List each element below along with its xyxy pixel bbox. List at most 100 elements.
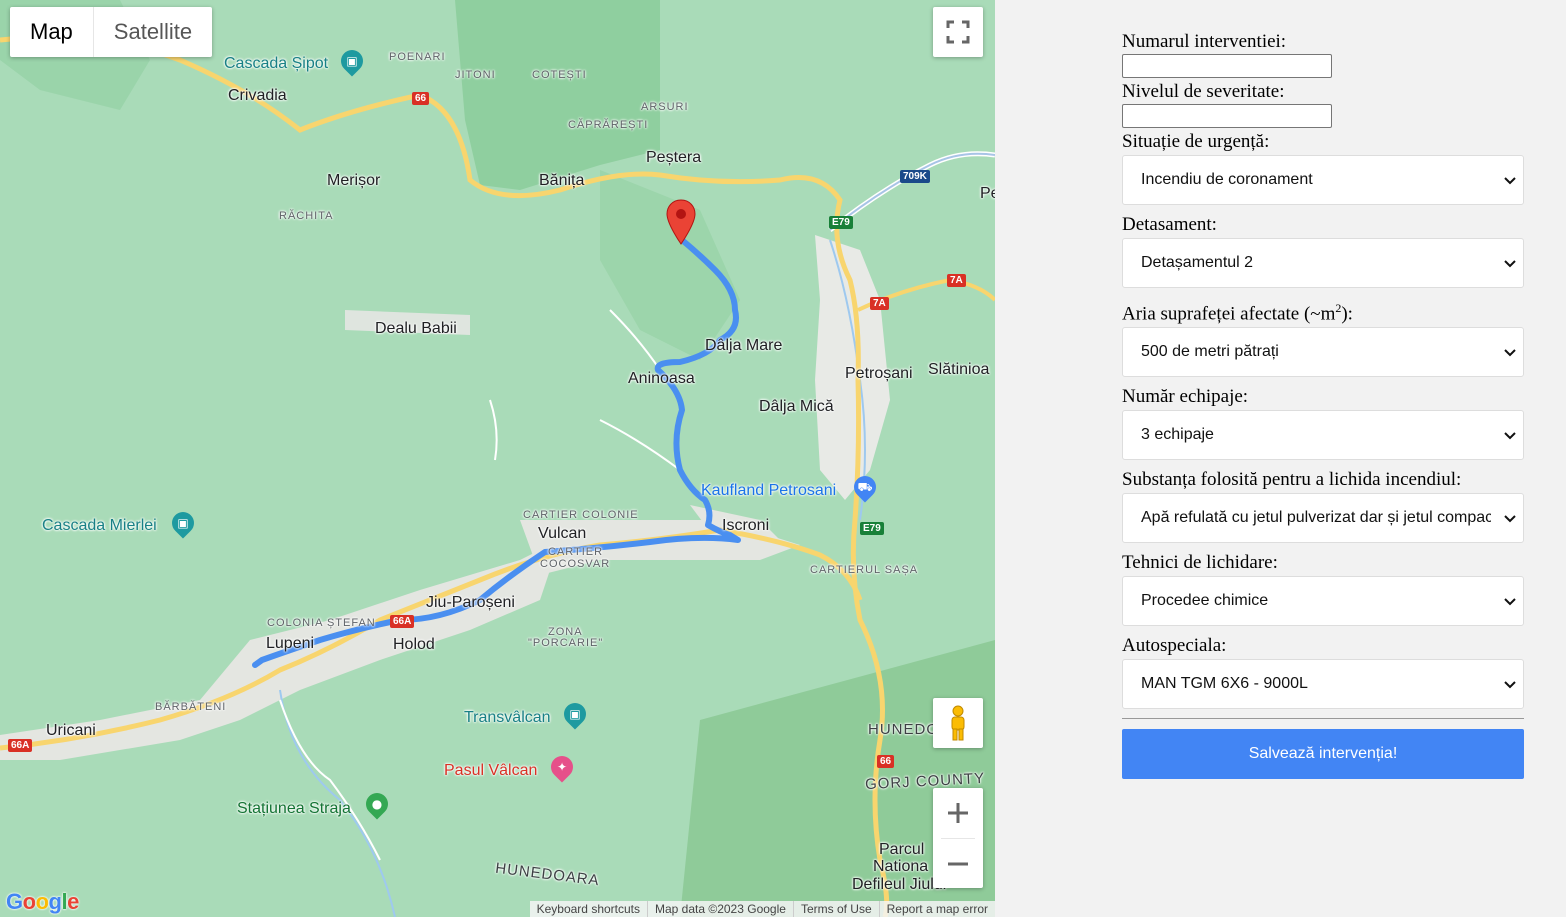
minus-icon (948, 862, 968, 865)
label-pe: Pe (980, 185, 995, 202)
zoom-in-button[interactable] (933, 788, 983, 838)
road-shield: 66A (390, 615, 415, 628)
label-pestera: Peștera (646, 149, 702, 166)
tehnici-lichidare-select[interactable]: Procedee chimice (1122, 576, 1524, 627)
label-crivadia: Crivadia (228, 87, 287, 104)
label-holod: Holod (393, 636, 435, 653)
label-autospeciala: Autospeciala: (1122, 635, 1227, 657)
label-transvalcan[interactable]: Transvâlcan (464, 709, 551, 727)
road-shield: 7A (870, 297, 889, 310)
label-dalja-mica: Dâlja Mică (759, 398, 834, 415)
label-nivel-severitate: Nivelul de severitate: (1122, 81, 1285, 102)
label-cartier-colonie: CARTIER COLONIE (523, 509, 639, 521)
label-rachita: RĂCHITA (279, 210, 334, 222)
situatie-urgenta-value: Incendiu de coronament (1141, 171, 1313, 188)
map-type-map-button[interactable]: Map (10, 7, 93, 57)
detasament-select[interactable]: Detașamentul 2 (1122, 238, 1524, 288)
label-caprarest: CĂPRĂREȘTI (568, 119, 649, 131)
aria-label-end: ): (1341, 303, 1353, 325)
substanta-select[interactable]: Apă refulată cu jetul pulverizat dar și … (1122, 493, 1524, 544)
label-kaufland[interactable]: Kaufland Petrosani (701, 482, 836, 500)
label-cascada-mierlei[interactable]: Cascada Mierlei (42, 517, 157, 535)
zoom-control (933, 788, 983, 888)
hiking-icon[interactable]: ✦ (546, 751, 578, 783)
autospeciala-value: MAN TGM 6X6 - 9000L (1141, 675, 1308, 693)
label-uricani: Uricani (46, 722, 96, 739)
shopping-cart-icon[interactable]: ⛟ (849, 471, 881, 503)
label-jiu-paroseni: Jiu-Paroșeni (426, 594, 515, 611)
chevron-down-icon (1504, 260, 1516, 268)
label-tehnici-lichidare: Tehnici de lichidare: (1122, 552, 1278, 574)
label-vulcan: Vulcan (538, 525, 587, 542)
keyboard-shortcuts-link[interactable]: Keyboard shortcuts (530, 901, 647, 917)
road-shield: 7A (947, 274, 966, 287)
numar-interventie-input[interactable] (1122, 54, 1332, 78)
nivel-severitate-input[interactable] (1122, 104, 1332, 128)
label-dealu-babii: Dealu Babii (375, 320, 457, 337)
label-zona-porcarie-2: "PORCARIE" (528, 637, 604, 649)
label-barbateni: BĂRBĂTENI (155, 701, 227, 713)
aria-suprafetei-select[interactable]: 500 de metri pătrați (1122, 327, 1524, 378)
map-data-attribution: Map data ©2023 Google (647, 901, 793, 917)
numar-echipaje-select[interactable]: 3 echipaje (1122, 410, 1524, 461)
label-merisor: Merișor (327, 172, 381, 189)
destination-marker-icon[interactable] (665, 198, 697, 246)
label-parcul-2: Nationa (873, 858, 929, 875)
chevron-down-icon (1504, 432, 1516, 440)
road-shield: 66 (877, 755, 895, 768)
label-statiunea-straja[interactable]: Stațiunea Straja (237, 800, 351, 818)
tehnici-lichidare-value: Procedee chimice (1141, 592, 1269, 610)
zoom-out-button[interactable] (933, 839, 983, 888)
label-lupeni: Lupeni (266, 635, 315, 652)
label-hunedoara-right: HUNEDO (868, 721, 940, 738)
map-type-satellite-button[interactable]: Satellite (92, 7, 212, 57)
label-numar-echipaje: Număr echipaje: (1122, 386, 1249, 408)
autospeciala-select[interactable]: MAN TGM 6X6 - 9000L (1122, 659, 1524, 710)
map-view[interactable]: Cascada Șipot ▣ POENARI JITONI COTEȘTI C… (0, 0, 995, 917)
camera-icon[interactable]: ▣ (336, 45, 368, 77)
road-shield: 66 (412, 92, 430, 105)
label-cascada-sipot[interactable]: Cascada Șipot (224, 55, 328, 73)
google-logo[interactable]: Google (6, 889, 79, 915)
label-aria-suprafetei: Aria suprafeței afectate (~m2): (1122, 296, 1524, 326)
label-pasul-valcan[interactable]: Pasul Vâlcan (444, 762, 537, 780)
label-cotesti: COTEȘTI (532, 69, 587, 81)
chevron-down-icon (1504, 598, 1516, 606)
terms-of-use-link[interactable]: Terms of Use (792, 901, 879, 917)
road-shield: E79 (860, 522, 884, 535)
label-cartier-cocosvar-1: CARTIER (548, 546, 604, 558)
aria-label-text: Aria suprafeței afectate (~m (1122, 303, 1336, 325)
road-shield: 709K (900, 170, 930, 183)
camera-icon[interactable]: ▣ (559, 698, 591, 730)
camera-icon[interactable]: ▣ (167, 507, 199, 539)
label-petrosani: Petroșani (845, 365, 913, 382)
substanta-value: Apă refulată cu jetul pulverizat dar și … (1141, 509, 1491, 527)
label-colonia-stefan: COLONIA ȘTEFAN (267, 617, 376, 629)
label-detasament: Detasament: (1122, 214, 1217, 235)
label-banita: Bănița (539, 172, 585, 189)
numar-echipaje-value: 3 echipaje (1141, 426, 1214, 444)
fullscreen-button[interactable] (933, 7, 983, 57)
chevron-down-icon (1504, 515, 1516, 523)
report-map-error-link[interactable]: Report a map error (878, 901, 995, 917)
pegman-icon (951, 705, 965, 741)
intervention-form: Numarul interventiei: Nivelul de severit… (1122, 30, 1524, 780)
street-view-pegman-button[interactable] (933, 698, 983, 748)
label-aninoasa: Aninoasa (628, 370, 695, 387)
label-substanta: Substanța folosită pentru a lichida ince… (1122, 469, 1462, 491)
chevron-down-icon (1504, 681, 1516, 689)
aria-suprafetei-value: 500 de metri pătrați (1141, 343, 1279, 361)
label-poenari: POENARI (389, 51, 446, 63)
save-intervention-button[interactable]: Salvează intervenția! (1122, 729, 1524, 780)
label-parcul-1: Parcul (879, 841, 925, 858)
situatie-urgenta-select[interactable]: Incendiu de coronament (1122, 155, 1524, 205)
chevron-down-icon (1504, 177, 1516, 185)
label-cartier-cocosvar-2: COCOSVAR (540, 558, 611, 570)
label-arsuri: ARSURI (641, 101, 689, 113)
map-type-control: Map Satellite (10, 7, 213, 57)
map-footer: Keyboard shortcuts Map data ©2023 Google… (529, 901, 995, 917)
label-dalja-mare: Dâlja Mare (705, 337, 783, 354)
form-divider (1122, 718, 1524, 720)
plus-icon (948, 803, 968, 823)
park-icon[interactable]: ● (361, 788, 393, 820)
